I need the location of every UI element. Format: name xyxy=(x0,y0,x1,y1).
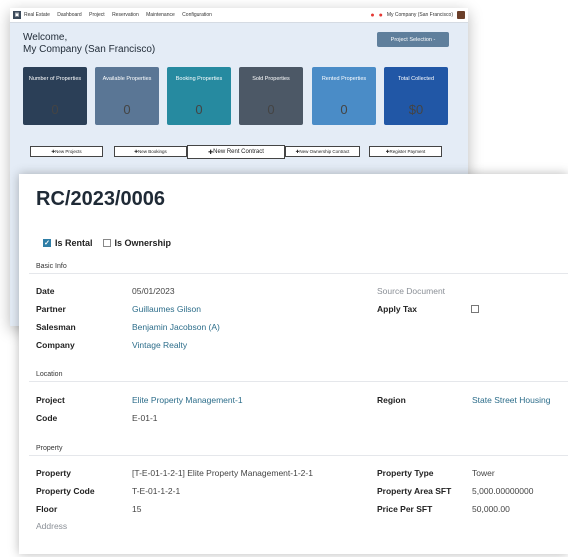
project-field[interactable]: Elite Property Management-1 xyxy=(132,395,243,405)
company-label: Company xyxy=(36,340,75,350)
source-document-label: Source Document xyxy=(377,286,446,296)
property-label: Property xyxy=(36,468,71,478)
avatar[interactable] xyxy=(457,11,465,19)
floor-field[interactable]: 15 xyxy=(132,504,141,514)
price-per-sft-field[interactable]: 50,000.00 xyxy=(472,504,510,514)
company-name[interactable]: My Company (San Francisco) xyxy=(387,12,453,18)
contract-type-checks: ✓ Is Rental Is Ownership xyxy=(43,238,171,248)
top-menu: Real Estate Dashboard Project Reservatio… xyxy=(24,12,218,18)
card-rented-properties[interactable]: Rented Properties 0 xyxy=(312,67,376,125)
welcome-line1: Welcome, xyxy=(23,32,68,43)
card-value: 0 xyxy=(340,102,348,117)
is-rental-label: Is Rental xyxy=(55,238,93,248)
section-property: Property xyxy=(36,445,63,452)
new-bookings-button[interactable]: ✚ New Bookings xyxy=(114,146,187,157)
project-label: Project xyxy=(36,395,65,405)
property-code-field[interactable]: T-E-01-1-2-1 xyxy=(132,486,180,496)
address-label: Address xyxy=(36,521,68,531)
notification-icon[interactable]: ● xyxy=(370,12,374,19)
property-type-field[interactable]: Tower xyxy=(472,468,495,478)
card-total-collected[interactable]: Total Collected $0 xyxy=(384,67,448,125)
menu-project[interactable]: Project xyxy=(89,12,105,18)
card-available-properties[interactable]: Available Properties 0 xyxy=(95,67,159,125)
chat-icon[interactable]: ● xyxy=(379,12,383,19)
card-label: Booking Properties xyxy=(175,76,223,82)
apply-tax-checkbox[interactable] xyxy=(471,305,479,313)
code-field[interactable]: E-01-1 xyxy=(132,413,158,423)
register-payment-button[interactable]: ✚ Register Payment xyxy=(369,146,442,157)
new-ownership-contract-button[interactable]: ✚ New Ownership Contract xyxy=(285,146,360,157)
menu-reservation[interactable]: Reservation xyxy=(112,12,139,18)
record-title: RC/2023/0006 xyxy=(36,188,165,210)
property-code-label: Property Code xyxy=(36,486,95,496)
top-navbar: ▣ Real Estate Dashboard Project Reservat… xyxy=(10,8,468,23)
new-rent-contract-button[interactable]: ✚ New Rent Contract xyxy=(187,145,285,159)
date-label: Date xyxy=(36,286,55,296)
is-ownership-checkbox[interactable] xyxy=(102,239,111,247)
button-label: New Bookings xyxy=(138,149,167,154)
menu-maintenance[interactable]: Maintenance xyxy=(146,12,175,18)
code-label: Code xyxy=(36,413,58,423)
card-value: 0 xyxy=(195,102,203,117)
top-right-tools: ● ● My Company (San Francisco) xyxy=(370,11,465,19)
section-basic-info: Basic Info xyxy=(36,263,67,270)
menu-dashboard[interactable]: Dashboard xyxy=(57,12,81,18)
menu-configuration[interactable]: Configuration xyxy=(182,12,212,18)
property-type-label: Property Type xyxy=(377,468,434,478)
region-label: Region xyxy=(377,395,406,405)
apply-tax-label: Apply Tax xyxy=(377,304,417,314)
section-location: Location xyxy=(36,371,63,378)
button-label: New Ownership Contract xyxy=(299,149,350,154)
welcome-text: Welcome, My Company (San Francisco) xyxy=(23,32,155,56)
floor-label: Floor xyxy=(36,504,58,514)
card-number-properties[interactable]: Number of Properties 0 xyxy=(23,67,87,125)
card-value: 0 xyxy=(123,102,131,117)
property-field[interactable]: [T-E-01-1-2-1] Elite Property Management… xyxy=(132,468,313,478)
card-sold-properties[interactable]: Sold Properties 0 xyxy=(239,67,303,125)
rent-contract-form: RC/2023/0006 ✓ Is Rental Is Ownership Ba… xyxy=(19,174,568,554)
menu-app[interactable]: Real Estate xyxy=(24,12,50,18)
card-value: 0 xyxy=(51,102,59,117)
property-area-field[interactable]: 5,000.00000000 xyxy=(472,486,533,496)
partner-label: Partner xyxy=(36,304,66,314)
section-divider xyxy=(29,273,568,274)
region-field[interactable]: State Street Housing xyxy=(472,395,550,405)
card-value: 0 xyxy=(267,102,275,117)
card-label: Available Properties xyxy=(102,76,152,82)
salesman-label: Salesman xyxy=(36,322,76,332)
button-label: Register Payment xyxy=(389,149,426,154)
button-label: New Projects xyxy=(55,149,82,154)
section-divider xyxy=(29,455,568,456)
card-value: $0 xyxy=(408,102,424,117)
company-field[interactable]: Vintage Realty xyxy=(132,340,187,350)
card-label: Total Collected xyxy=(397,76,435,82)
price-per-sft-label: Price Per SFT xyxy=(377,504,433,514)
property-area-label: Property Area SFT xyxy=(377,486,452,496)
app-logo-icon: ▣ xyxy=(13,11,21,19)
welcome-line2: My Company (San Francisco) xyxy=(23,44,156,55)
is-rental-checkbox[interactable]: ✓ xyxy=(43,239,51,247)
date-field[interactable]: 05/01/2023 xyxy=(132,286,175,296)
project-selection-button[interactable]: Project Selection - xyxy=(377,32,449,47)
card-booking-properties[interactable]: Booking Properties 0 xyxy=(167,67,231,125)
section-divider xyxy=(29,381,568,382)
card-label: Rented Properties xyxy=(321,76,367,82)
button-label: New Rent Contract xyxy=(213,149,264,155)
salesman-field[interactable]: Benjamin Jacobson (A) xyxy=(132,322,220,332)
is-ownership-label: Is Ownership xyxy=(114,238,172,248)
new-projects-button[interactable]: ✚ New Projects xyxy=(30,146,103,157)
card-label: Number of Properties xyxy=(28,76,82,82)
partner-field[interactable]: Guillaumes Gilson xyxy=(132,304,201,314)
card-label: Sold Properties xyxy=(252,76,290,82)
